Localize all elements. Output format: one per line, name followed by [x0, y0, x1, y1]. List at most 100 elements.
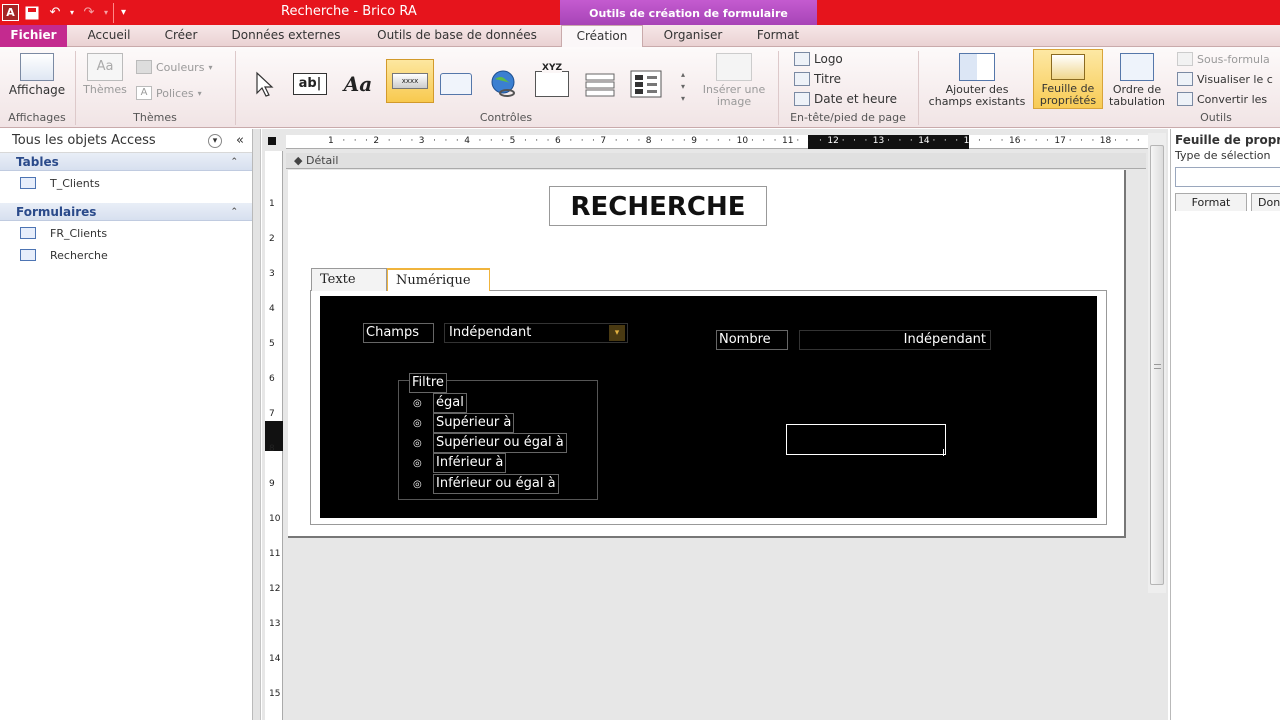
nombre-label[interactable]: Nombre — [716, 330, 788, 350]
select-pointer-icon[interactable] — [245, 67, 283, 101]
vertical-ruler[interactable]: 1 2 3 4 5 6 7 8 9 10 11 12 13 14 15 — [265, 151, 283, 720]
tab-creer[interactable]: Créer — [153, 25, 209, 47]
convertir-macros-button[interactable]: Convertir les — [1177, 92, 1267, 106]
ruler-tick-mark: · — [1023, 136, 1027, 146]
tab-organiser[interactable]: Organiser — [652, 25, 734, 47]
save-icon[interactable] — [22, 3, 42, 23]
nav-item-form[interactable]: FR_Clients — [0, 222, 252, 244]
sous-formulaire-button[interactable]: Sous-formula — [1177, 52, 1270, 66]
form-title-label[interactable]: RECHERCHE — [549, 186, 767, 226]
tab-numerique[interactable]: Numérique — [387, 268, 490, 291]
radio-button-icon[interactable]: ◎ — [413, 479, 433, 490]
undo-dropdown-icon[interactable]: ▾ — [68, 3, 76, 23]
visualiser-code-button[interactable]: Visualiser le c — [1177, 72, 1273, 86]
label-control-icon[interactable]: Aa — [339, 67, 377, 101]
radio-button-icon[interactable]: ◎ — [413, 418, 433, 429]
tab-control-icon[interactable] — [437, 67, 475, 101]
logo-button[interactable]: Logo — [794, 52, 843, 66]
themes-button[interactable]: Aa Thèmes — [80, 53, 130, 96]
ajouter-champs-button[interactable]: Ajouter des champs existants — [924, 53, 1030, 108]
property-sheet-title: Feuille de propri — [1175, 133, 1280, 147]
nav-item-label: Recherche — [50, 248, 108, 262]
new-control-outline[interactable] — [786, 424, 946, 455]
collapse-icon[interactable]: ⌃ — [230, 207, 238, 217]
ruler-corner[interactable] — [268, 137, 276, 145]
ruler-tick-mark: · — [592, 136, 595, 146]
option-superieur[interactable]: ◎ Supérieur à — [413, 413, 515, 433]
access-app-icon[interactable]: A — [2, 4, 19, 21]
option-superieur-egal[interactable]: ◎ Supérieur ou égal à — [413, 433, 567, 453]
form-design-area: 1 · · · 2 · · · 3 · · · 4 · · · 5 · · · 6 · · · 7 · · · 8 · · · 9 · · · 10 · ·… — [262, 129, 1168, 720]
inserer-image-button[interactable]: Insérer une image — [696, 53, 772, 108]
nav-item-form[interactable]: Recherche — [0, 244, 252, 266]
horizontal-ruler[interactable]: 1 · · · 2 · · · 3 · · · 4 · · · 5 · · · 6 · · · 7 · · · 8 · · · 9 · · · 10 · ·… — [286, 135, 1148, 149]
polices-button[interactable]: A Polices ▾ — [136, 86, 202, 100]
radio-button-icon[interactable]: ◎ — [413, 458, 433, 469]
ruler-tick-mark: · — [444, 136, 448, 146]
ruler-tick-label: 7 — [600, 136, 607, 146]
tab-accueil[interactable]: Accueil — [78, 25, 140, 47]
nombre-textbox[interactable]: Indépendant — [799, 330, 991, 350]
textbox-control-icon[interactable]: ab| — [291, 67, 329, 101]
ruler-tick-label: 14 — [269, 654, 281, 664]
chevron-down-icon[interactable]: ▾ — [609, 325, 625, 341]
affichage-label: Affichage — [8, 83, 66, 97]
selection-combo[interactable] — [1175, 167, 1280, 187]
ruler-tick-mark: · — [1125, 136, 1129, 146]
tab-texte[interactable]: Texte — [311, 268, 387, 291]
ruler-tick-mark: · — [716, 136, 720, 146]
filtre-option-group[interactable]: Filtre ◎ égal ◎ Supérieur à ◎ Supérieur … — [398, 373, 598, 500]
tab-donnees-externes[interactable]: Données externes — [222, 25, 350, 47]
redo-icon[interactable]: ↷ — [79, 3, 99, 23]
tab-props-format[interactable]: Format — [1175, 193, 1247, 211]
logo-icon — [794, 52, 810, 66]
hyperlink-globe-icon[interactable] — [485, 67, 523, 101]
section-header-detail[interactable]: ◆ Détail — [286, 153, 1146, 169]
button-control-icon[interactable]: xxxx — [386, 59, 434, 103]
nav-menu-chevron-icon[interactable]: ▾ — [208, 133, 222, 148]
ruler-tick-mark: · — [569, 136, 573, 146]
radio-button-icon[interactable]: ◎ — [413, 398, 433, 409]
undo-icon[interactable]: ↶ — [45, 3, 65, 23]
filtre-label[interactable]: Filtre — [409, 373, 447, 393]
nav-item-table[interactable]: T_Clients — [0, 172, 252, 194]
radio-button-icon[interactable]: ◎ — [413, 438, 433, 449]
customize-qat-icon[interactable]: ▾ — [113, 2, 133, 23]
tab-fichier[interactable]: Fichier — [0, 25, 67, 47]
group-separator — [918, 51, 919, 125]
champs-combo[interactable]: Indépendant ▾ — [444, 323, 628, 343]
redo-dropdown-icon[interactable]: ▾ — [102, 3, 110, 23]
scrollbar-thumb[interactable] — [1150, 145, 1164, 585]
nav-pane-header[interactable]: Tous les objets Access ▾ « — [0, 129, 252, 153]
navigation-control-icon[interactable] — [581, 67, 619, 101]
form-detail-surface[interactable]: RECHERCHE Texte Numérique Champs Indépen… — [288, 170, 1126, 538]
feuille-proprietes-button[interactable]: Feuille de propriétés — [1033, 49, 1103, 109]
tab-outils-base-de-donnees[interactable]: Outils de base de données — [364, 25, 550, 47]
nav-group-tables[interactable]: Tables ⌃ — [0, 153, 252, 171]
chevron-down-icon: ▾ — [208, 62, 213, 72]
champs-label[interactable]: Champs — [363, 323, 434, 343]
collapse-icon[interactable]: ⌃ — [230, 157, 238, 167]
option-inferieur[interactable]: ◎ Inférieur à — [413, 453, 507, 473]
option-group-icon[interactable] — [627, 67, 665, 101]
tab-format[interactable]: Format — [744, 25, 812, 47]
feuille-proprietes-line2: propriétés — [1039, 94, 1097, 107]
date-heure-button[interactable]: Date et heure — [794, 92, 897, 106]
gallery-more-icon[interactable]: ▴ ▾ ▾ — [677, 69, 689, 109]
ordre-tabulation-button[interactable]: Ordre de tabulation — [1104, 53, 1170, 108]
option-egal[interactable]: ◎ égal — [413, 393, 467, 413]
affichage-button[interactable]: Affichage — [4, 53, 70, 96]
titre-button[interactable]: Titre — [794, 72, 841, 86]
nav-group-formulaires[interactable]: Formulaires ⌃ — [0, 203, 252, 221]
vertical-scrollbar[interactable] — [1148, 133, 1166, 593]
shutter-close-icon[interactable]: « — [236, 133, 244, 148]
tab-control[interactable]: Texte Numérique Champs Indépendant ▾ Nom… — [310, 268, 1107, 525]
couleurs-button[interactable]: Couleurs ▾ — [136, 60, 212, 74]
tab-creation[interactable]: Création — [561, 25, 643, 48]
pane-splitter[interactable] — [253, 129, 261, 720]
group-separator — [235, 51, 236, 125]
ruler-tick-mark: · — [682, 136, 686, 146]
web-browser-control-icon[interactable]: XYZ — [533, 63, 571, 101]
option-inferieur-egal[interactable]: ◎ Inférieur ou égal à — [413, 474, 559, 494]
tab-props-donnees[interactable]: Don — [1251, 193, 1280, 211]
